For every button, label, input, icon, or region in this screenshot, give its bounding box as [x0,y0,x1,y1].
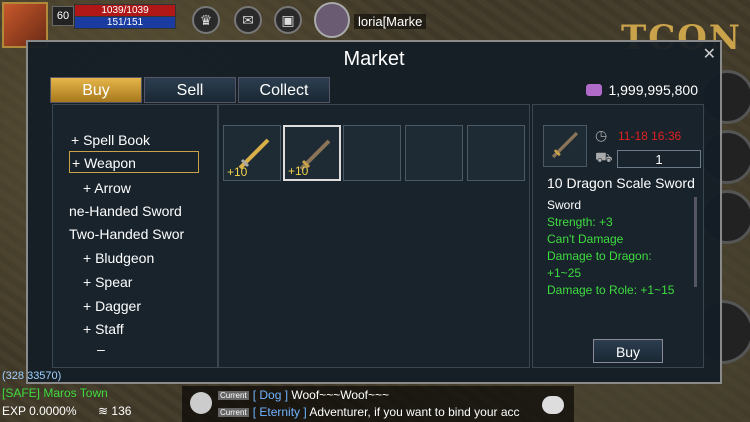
item-grid: +10 +10 [218,104,530,368]
tab-sell[interactable]: Sell [144,77,236,103]
emoji-icon[interactable] [190,392,212,414]
category-item[interactable]: + Staff [83,318,233,340]
item-slot[interactable] [405,125,463,181]
chat-line: Current [ Eternity ] Adventurer, if you w… [218,405,572,419]
coordinates: (328 33570) [2,370,62,382]
item-slot-selected[interactable]: +10 [283,125,341,181]
item-slot[interactable] [467,125,525,181]
chat-box[interactable]: Current [ Dog ] Woof~~~Woof~~~ Current [ E… [182,386,574,422]
mp-bar: 151/151 [74,16,176,29]
chat-text: Woof~~~Woof~~~ [291,388,390,402]
market-title: Market [343,48,405,70]
expire-time: 11-18 16:36 [618,129,682,143]
stat-line: Sword [547,198,582,212]
chat-line: Current [ Dog ] Woof~~~Woof~~~ [218,388,572,402]
item-slot[interactable] [343,125,401,181]
enchant-level: +10 [227,165,248,179]
stat-line: Damage to Dragon: [547,249,652,263]
exp-readout: EXP 0.0000% [2,404,77,418]
target-frame[interactable]: loria[Marke [314,2,438,38]
chat-channel: Current [218,408,249,417]
category-item[interactable]: + Arrow [83,177,233,199]
category-item[interactable]: + Dagger [83,295,233,317]
player-level: 60 [52,6,74,26]
category-item[interactable]: Two-Handed Swor [69,223,219,245]
gold-display: 1,999,995,800 [586,82,698,98]
mail-icon[interactable]: ✉ [234,6,262,34]
stats-scrollbar[interactable] [694,197,697,287]
item-stats: Sword Strength: +3 Can't Damage Damage t… [547,197,674,299]
location-name: [SAFE] Maros Town [2,386,108,400]
chat-text: Adventurer, if you want to bind your acc [309,405,520,419]
quantity-field[interactable]: 1 [617,150,701,168]
gold-amount: 1,999,995,800 [608,82,698,98]
category-item[interactable]: + Spell Book [71,129,221,151]
crown-icon[interactable]: ♛ [192,6,220,34]
category-label: + Weapon [72,155,136,171]
tab-collect[interactable]: Collect [238,77,330,103]
category-item[interactable]: + Bludgeon [83,247,233,269]
tab-buy[interactable]: Buy [50,77,142,103]
buy-button[interactable]: Buy [593,339,663,363]
detail-item-icon [543,125,587,167]
chat-bubble-icon[interactable] [542,396,564,414]
category-item-selected[interactable]: + Weapon [69,151,199,173]
target-avatar [314,2,350,38]
item-slot[interactable]: +10 [223,125,281,181]
cart-icon: ⛟ [595,149,613,165]
wifi-icon: ≋ [98,404,109,418]
stat-line: Strength: +3 [547,215,613,229]
clock-icon: ◷ [595,127,608,143]
sword-icon [551,131,579,159]
ping-value: 136 [111,404,132,418]
gift-icon[interactable]: ▣ [274,6,302,34]
target-name: loria[Marke [354,14,427,29]
currency-icon [586,84,603,96]
category-item[interactable]: ne-Handed Sword [69,200,219,222]
ping-readout: ≋ 136 [98,404,131,418]
market-window: Market ✕ Buy Sell Collect 1,999,995,800 … [26,40,722,384]
item-detail-panel: ◷ 11-18 16:36 ⛟ 1 10 Dragon Scale Sword … [532,104,704,368]
stat-line: Can't Damage [547,232,624,246]
stat-line: +1~25 [547,266,582,280]
stat-line: Damage to Role: +1~15 [547,283,675,297]
chat-sender[interactable]: [ Eternity ] [253,405,307,419]
chat-channel: Current [218,391,249,400]
item-name: 10 Dragon Scale Sword [547,175,695,191]
enchant-level: +10 [288,164,309,178]
chat-sender[interactable]: [ Dog ] [253,388,288,402]
category-item[interactable]: + Spear [83,271,233,293]
category-list[interactable]: + Spell Book + Weapon + Arrow ne-Handed … [52,104,218,368]
close-icon[interactable]: ✕ [703,44,716,64]
